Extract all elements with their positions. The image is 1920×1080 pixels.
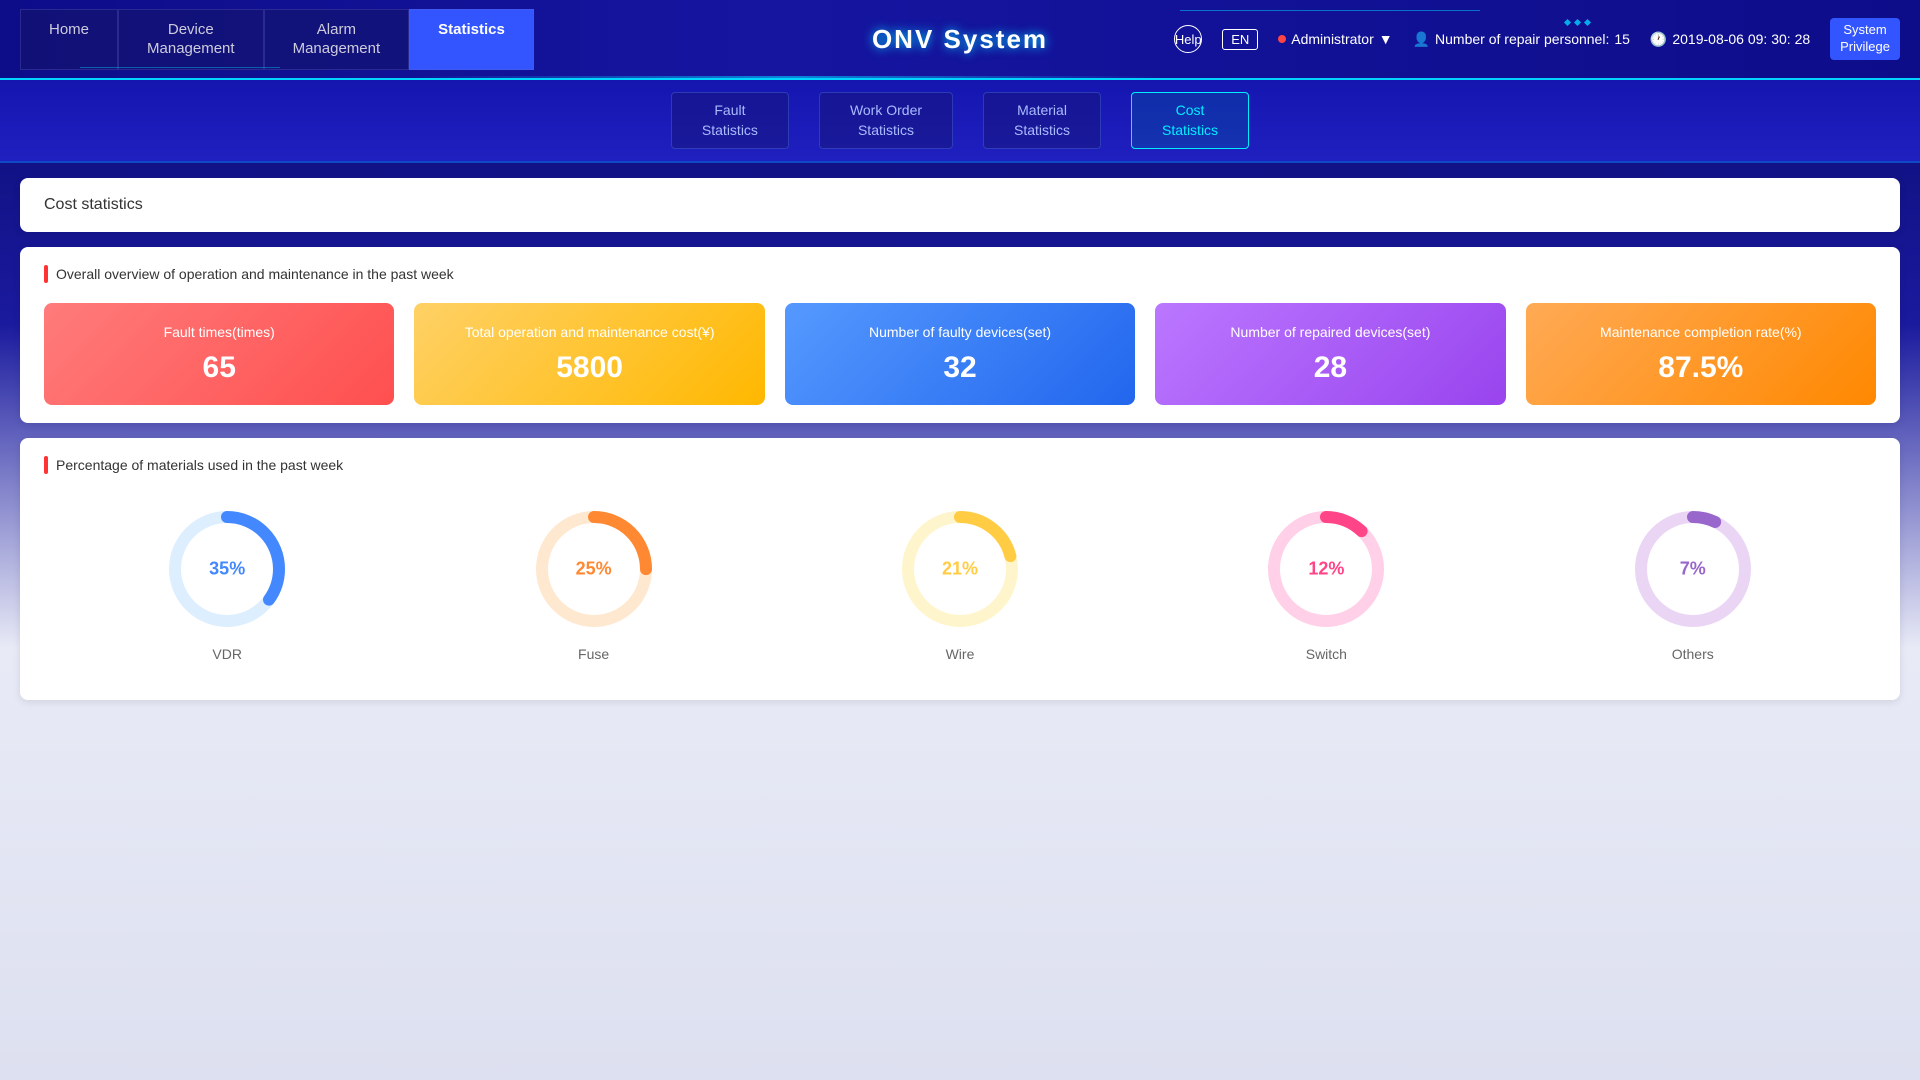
donut-item-vdr: 35% VDR	[162, 504, 292, 662]
donut-chart-others: 7%	[1628, 504, 1758, 634]
datetime-display: 2019-08-06 09: 30: 28	[1672, 31, 1810, 47]
stat-card-yellow: Total operation and maintenance cost(¥) …	[414, 303, 764, 405]
stat-card-value: 32	[943, 351, 976, 385]
nav-alarm-management[interactable]: Alarm Management	[264, 9, 410, 70]
nav-home[interactable]: Home	[20, 9, 118, 70]
materials-section: Percentage of materials used in the past…	[20, 438, 1900, 700]
stat-card-blue: Number of faulty devices(set) 32	[785, 303, 1135, 405]
admin-info: Administrator ▼	[1278, 31, 1392, 47]
stat-card-label: Maintenance completion rate(%)	[1600, 323, 1802, 343]
system-title: ONV System	[872, 24, 1048, 55]
donut-percent-others: 7%	[1680, 558, 1706, 579]
sub-tab-work-order-statistics[interactable]: Work Order Statistics	[819, 92, 953, 149]
stat-card-orange: Maintenance completion rate(%) 87.5%	[1526, 303, 1876, 405]
repair-personnel-info: 👤 Number of repair personnel: 15	[1413, 31, 1630, 48]
sub-tab-fault-statistics[interactable]: Fault Statistics	[671, 92, 789, 149]
donut-item-switch: 12% Switch	[1261, 504, 1391, 662]
donut-label-switch: Switch	[1306, 646, 1347, 662]
clock-icon: 🕐	[1650, 31, 1667, 48]
donut-chart-wire: 21%	[895, 504, 1025, 634]
donut-item-others: 7% Others	[1628, 504, 1758, 662]
datetime-info: 🕐 2019-08-06 09: 30: 28	[1650, 31, 1810, 48]
repair-label: Number of repair personnel:	[1435, 31, 1609, 47]
stat-card-label: Total operation and maintenance cost(¥)	[465, 323, 715, 343]
donut-charts-container: 35% VDR 25% Fuse	[44, 494, 1876, 682]
stat-card-value: 28	[1314, 351, 1347, 385]
admin-status-icon	[1278, 35, 1286, 43]
donut-percent-wire: 21%	[942, 558, 978, 579]
admin-dropdown-icon[interactable]: ▼	[1379, 31, 1393, 47]
donut-label-wire: Wire	[946, 646, 975, 662]
sub-tab-cost-statistics[interactable]: Cost Statistics	[1131, 92, 1249, 149]
materials-section-indicator	[44, 456, 48, 474]
person-icon: 👤	[1413, 31, 1430, 48]
header-right: Help EN Administrator ▼ 👤 Number of repa…	[1174, 18, 1900, 60]
donut-label-fuse: Fuse	[578, 646, 609, 662]
donut-item-fuse: 25% Fuse	[529, 504, 659, 662]
donut-label-vdr: VDR	[212, 646, 242, 662]
header: Home Device Management Alarm Management …	[0, 0, 1920, 80]
donut-percent-vdr: 35%	[209, 558, 245, 579]
section-indicator	[44, 265, 48, 283]
main-content: Cost statistics Overall overview of oper…	[0, 163, 1920, 715]
materials-header: Percentage of materials used in the past…	[44, 456, 1876, 474]
nav-statistics[interactable]: Statistics	[409, 9, 534, 70]
page-title-card: Cost statistics	[20, 178, 1900, 232]
stat-card-value: 87.5%	[1658, 351, 1743, 385]
nav-device-management[interactable]: Device Management	[118, 9, 264, 70]
system-privilege-button[interactable]: System Privilege	[1830, 18, 1900, 60]
materials-header-text: Percentage of materials used in the past…	[56, 457, 343, 473]
stat-card-label: Number of repaired devices(set)	[1230, 323, 1430, 343]
overview-header-text: Overall overview of operation and mainte…	[56, 266, 454, 282]
admin-label: Administrator	[1291, 31, 1373, 47]
sub-nav: Fault Statistics Work Order Statistics M…	[0, 80, 1920, 163]
donut-percent-switch: 12%	[1308, 558, 1344, 579]
stat-card-purple: Number of repaired devices(set) 28	[1155, 303, 1505, 405]
overview-section: Overall overview of operation and mainte…	[20, 247, 1900, 423]
overview-header: Overall overview of operation and mainte…	[44, 265, 1876, 283]
repair-count: 15	[1614, 31, 1630, 47]
donut-percent-fuse: 25%	[576, 558, 612, 579]
stat-card-label: Number of faulty devices(set)	[869, 323, 1051, 343]
stat-card-value: 65	[203, 351, 236, 385]
donut-item-wire: 21% Wire	[895, 504, 1025, 662]
page-title: Cost statistics	[44, 196, 1876, 214]
stat-card-value: 5800	[556, 351, 623, 385]
donut-chart-fuse: 25%	[529, 504, 659, 634]
donut-chart-vdr: 35%	[162, 504, 292, 634]
sub-tab-material-statistics[interactable]: Material Statistics	[983, 92, 1101, 149]
stats-cards-container: Fault times(times) 65 Total operation an…	[44, 303, 1876, 405]
help-button[interactable]: Help	[1174, 25, 1202, 53]
stat-card-red: Fault times(times) 65	[44, 303, 394, 405]
donut-label-others: Others	[1672, 646, 1714, 662]
donut-chart-switch: 12%	[1261, 504, 1391, 634]
language-button[interactable]: EN	[1222, 29, 1258, 50]
stat-card-label: Fault times(times)	[164, 323, 275, 343]
main-nav: Home Device Management Alarm Management …	[20, 9, 534, 70]
